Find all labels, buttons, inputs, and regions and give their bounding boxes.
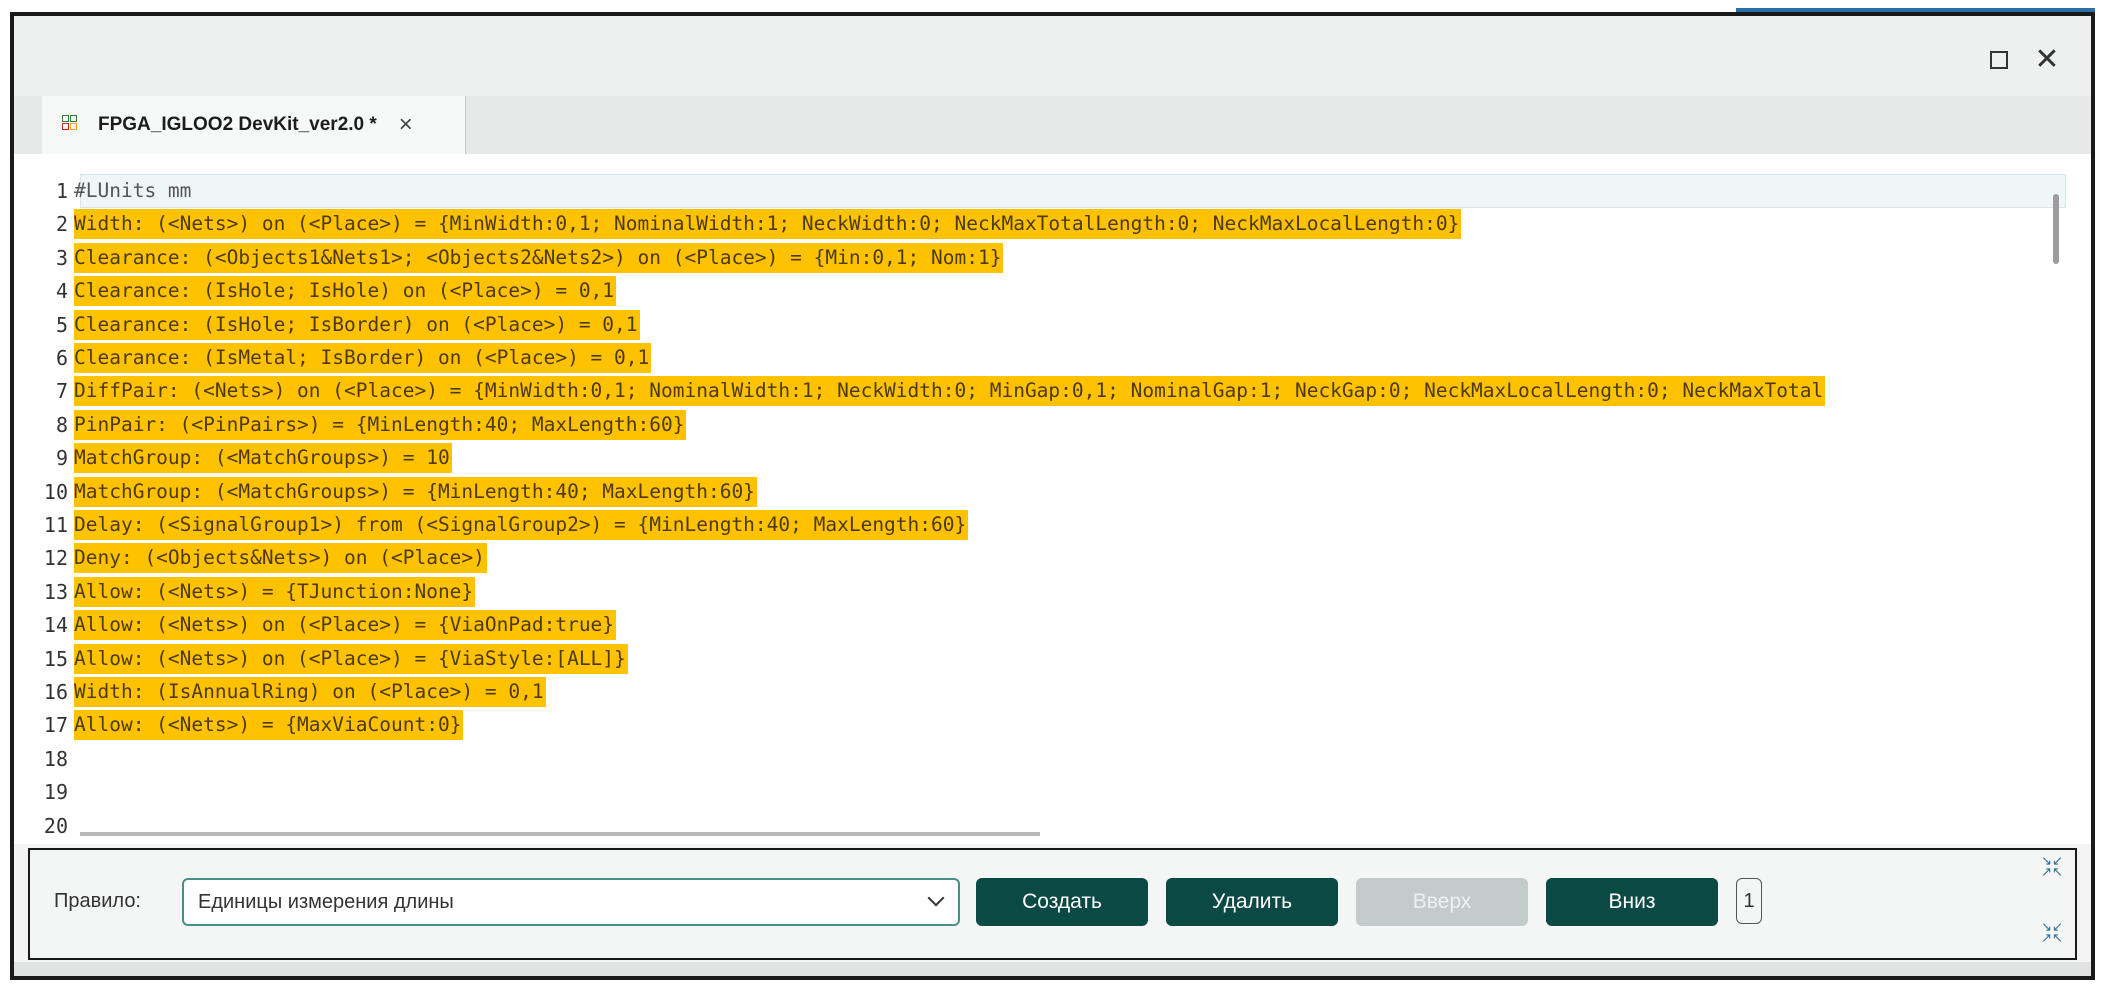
line-number: 13	[43, 579, 68, 604]
line-text: DiffPair: (<Nets>) on (<Place>) = {MinWi…	[74, 376, 1826, 407]
move-up-button: Вверх	[1356, 878, 1528, 926]
line-number: 11	[43, 513, 68, 537]
code-editor[interactable]: 1 #LUnits mm 2 Width: (<Nets>) on (<Place>)…	[14, 154, 2091, 844]
code-line: 15 Allow: (<Nets>) on (<Place>) = {ViaSty…	[14, 642, 628, 676]
title-bar: ✕	[14, 16, 2091, 96]
line-text: Allow: (<Nets>) on (<Place>) = {ViaStyle…	[74, 643, 628, 674]
line-text: PinPair: (<PinPairs>) = {MinLength:40; M…	[74, 409, 687, 440]
current-line-highlight	[80, 174, 2066, 208]
line-number: 7	[55, 379, 68, 404]
chevron-down-icon	[927, 889, 945, 907]
code-line: 1 #LUnits mm	[14, 174, 193, 208]
code-line: 3 Clearance: (<Objects1&Nets1>; <Objects2…	[14, 241, 1004, 275]
code-line: 9 MatchGroup: (<MatchGroups>) = 10	[14, 441, 452, 475]
line-text: Allow: (<Nets>) = {MaxViaCount:0}	[74, 710, 464, 741]
code-line: 6 Clearance: (IsMetal; IsBorder) on (<Pla…	[14, 341, 652, 375]
line-text: Clearance: (<Objects1&Nets1>; <Objects2&…	[74, 242, 1004, 273]
delete-button[interactable]: Удалить	[1166, 878, 1338, 926]
line-number: 17	[43, 713, 68, 738]
rule-select-value: Единицы измерения длины	[198, 890, 454, 913]
line-number: 15	[43, 646, 68, 671]
code-line: 11 Delay: (<SignalGroup1>) from (<SignalG…	[14, 508, 969, 542]
code-line: 16 Width: (IsAnnualRing) on (<Place>) = 0…	[14, 675, 546, 709]
line-text: Delay: (<SignalGroup1>) from (<SignalGro…	[74, 510, 969, 540]
rule-label: Правило:	[54, 890, 141, 912]
line-text: Deny: (<Objects&Nets>) on (<Place>)	[74, 543, 487, 574]
code-line: 4 Clearance: (IsHole; IsHole) on (<Place>…	[14, 274, 617, 308]
status-bar	[14, 962, 2091, 976]
line-number: 16	[43, 680, 68, 704]
rule-panel: Правило: Единицы измерения длины Создать…	[28, 848, 2077, 960]
move-down-button[interactable]: Вниз	[1546, 878, 1718, 926]
expand-icon[interactable]: ↘↙ ↗↖	[2041, 921, 2063, 945]
code-line: 8 PinPair: (<PinPairs>) = {MinLength:40; …	[14, 408, 687, 442]
rule-counter[interactable]: 1	[1736, 878, 1762, 924]
line-text: Clearance: (IsMetal; IsBorder) on (<Plac…	[74, 343, 652, 373]
line-number: 8	[55, 412, 68, 437]
collapse-icon[interactable]: ↘↙ ↗↖	[2041, 855, 2063, 879]
code-line: 5 Clearance: (IsHole; IsBorder) on (<Plac…	[14, 308, 640, 342]
line-text: Allow: (<Nets>) = {TJunction:None}	[74, 576, 476, 607]
line-text: Width: (IsAnnualRing) on (<Place>) = 0,1	[74, 677, 546, 707]
tab-title: FPGA_IGLOO2 DevKit_ver2.0 *	[98, 114, 377, 135]
close-window-button[interactable]: ✕	[2033, 45, 2061, 75]
line-number: 2	[55, 212, 68, 237]
line-number: 6	[55, 346, 68, 370]
code-line: 18	[14, 742, 76, 776]
line-number: 1	[55, 179, 68, 203]
app-window: ✕ FPGA_IGLOO2 DevKit_ver2.0 * × 1 #LUnits…	[10, 12, 2095, 980]
line-text: Width: (<Nets>) on (<Place>) = {MinWidth…	[74, 209, 1462, 240]
create-button[interactable]: Создать	[976, 878, 1148, 926]
vertical-scrollbar[interactable]	[2053, 194, 2059, 264]
line-number: 9	[55, 446, 68, 471]
code-line: 13 Allow: (<Nets>) = {TJunction:None}	[14, 575, 476, 609]
line-number: 20	[43, 813, 68, 838]
line-text: MatchGroup: (<MatchGroups>) = 10	[74, 443, 452, 474]
code-line: 19	[14, 775, 76, 809]
code-line: 17 Allow: (<Nets>) = {MaxViaCount:0}	[14, 708, 464, 742]
line-number: 12	[43, 546, 68, 571]
line-number: 10	[43, 479, 68, 504]
line-text: Allow: (<Nets>) on (<Place>) = {ViaOnPad…	[74, 610, 617, 641]
rule-select[interactable]: Единицы измерения длины	[182, 878, 960, 926]
code-line: 12 Deny: (<Objects&Nets>) on (<Place>)	[14, 541, 487, 575]
code-line: 10 MatchGroup: (<MatchGroups>) = {MinLeng…	[14, 475, 757, 509]
line-number: 3	[55, 245, 68, 270]
line-number: 14	[43, 613, 68, 638]
horizontal-scrollbar[interactable]	[80, 832, 1040, 836]
tab-bar: FPGA_IGLOO2 DevKit_ver2.0 * ×	[14, 96, 2091, 155]
close-tab-icon[interactable]: ×	[399, 113, 413, 137]
maximize-icon	[1990, 51, 2008, 70]
line-text: Clearance: (IsHole; IsBorder) on (<Place…	[74, 309, 640, 340]
line-text: MatchGroup: (<MatchGroups>) = {MinLength…	[74, 476, 757, 507]
code-line: 14 Allow: (<Nets>) on (<Place>) = {ViaOnP…	[14, 608, 617, 642]
line-text: #LUnits mm	[74, 179, 192, 202]
line-number: 18	[43, 746, 68, 771]
line-text: Clearance: (IsHole; IsHole) on (<Place>)…	[74, 276, 617, 307]
line-number: 5	[55, 312, 68, 337]
maximize-button[interactable]	[1985, 46, 2013, 74]
line-number: 4	[55, 279, 68, 304]
code-line: 7 DiffPair: (<Nets>) on (<Place>) = {MinW…	[14, 374, 1826, 408]
code-line: 2 Width: (<Nets>) on (<Place>) = {MinWidt…	[14, 207, 1462, 241]
tab-document[interactable]: FPGA_IGLOO2 DevKit_ver2.0 * ×	[42, 96, 466, 154]
schematic-icon	[62, 115, 82, 135]
line-number: 19	[43, 780, 68, 805]
code-line: 20	[14, 809, 76, 843]
